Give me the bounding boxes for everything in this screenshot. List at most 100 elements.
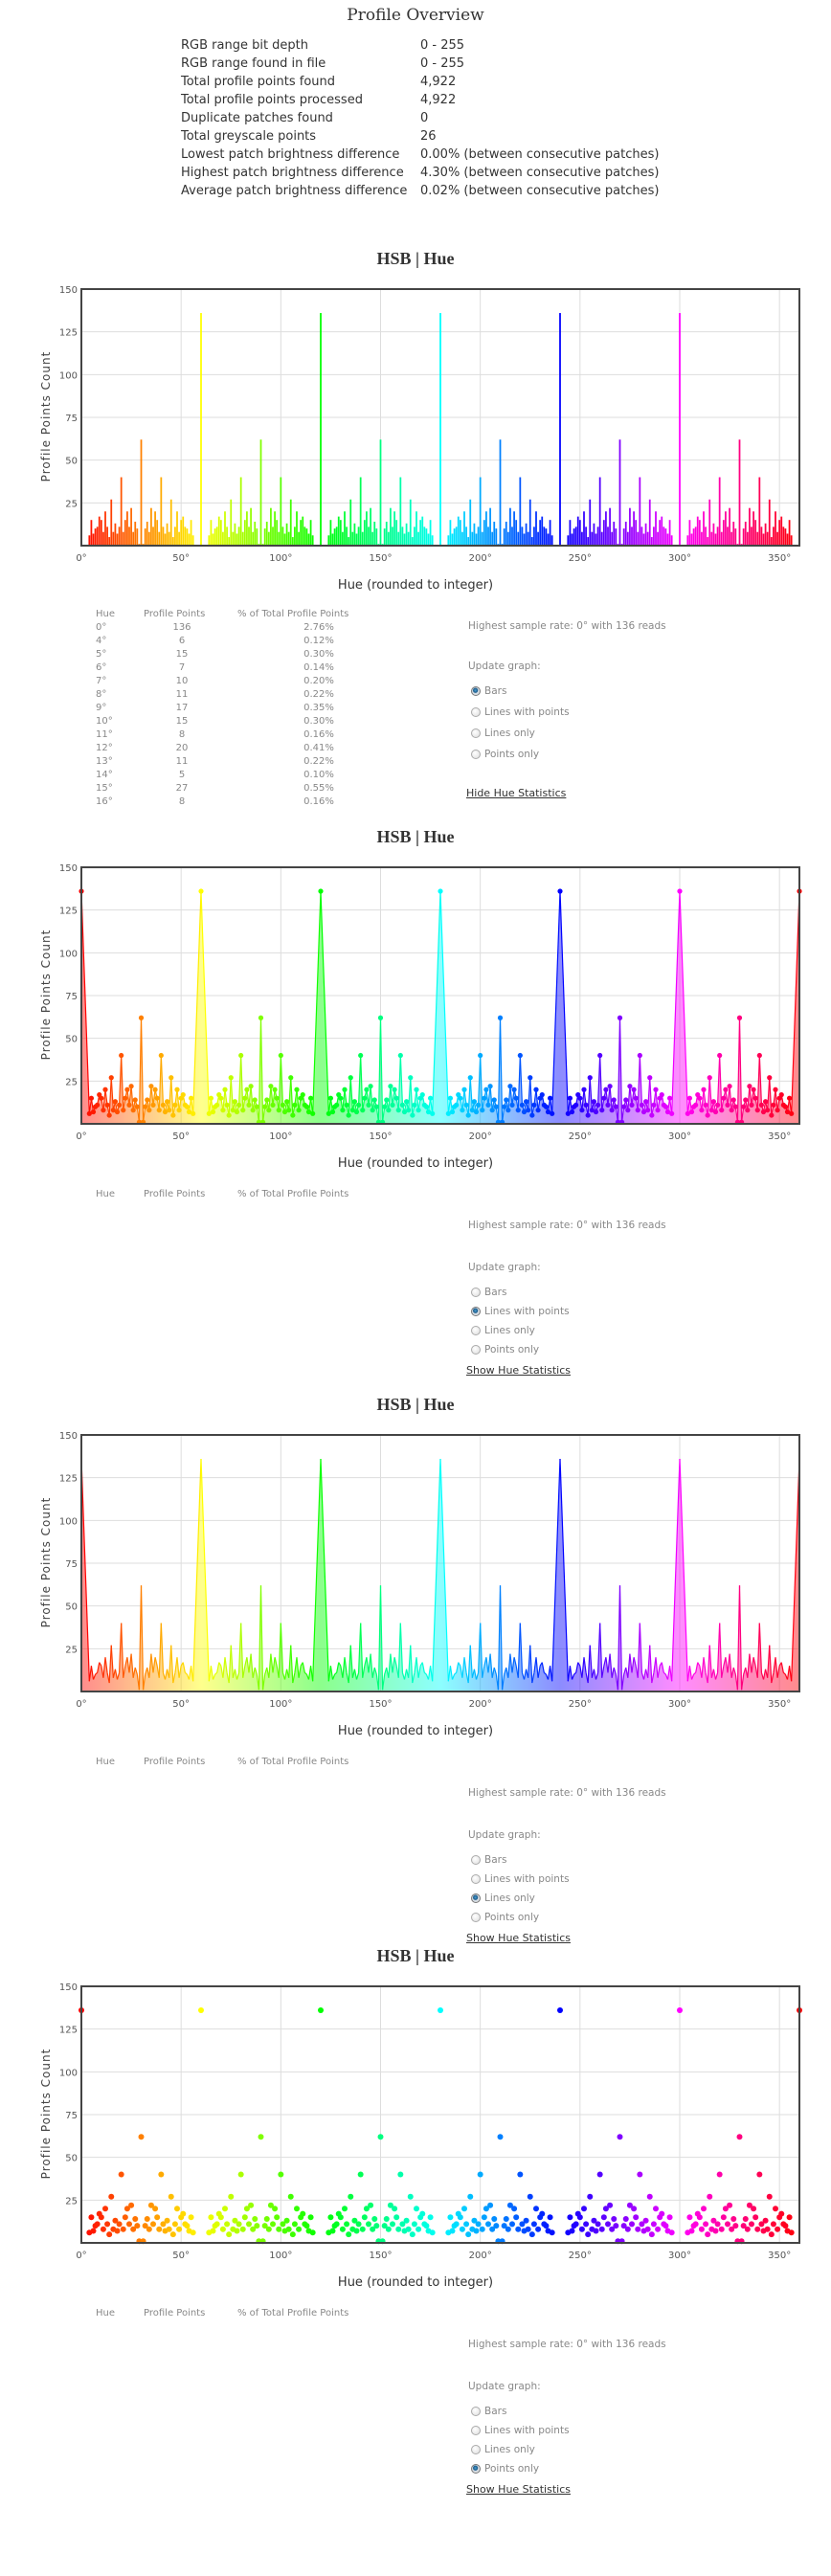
bar — [270, 507, 272, 546]
highest-sample-rate: Highest sample rate: 0° with 136 reads — [468, 1220, 666, 1231]
data-point — [248, 1084, 254, 1089]
graph-type-option-bars[interactable]: Bars — [471, 1287, 506, 1298]
radio-button[interactable] — [471, 1288, 481, 1297]
bar — [250, 507, 252, 546]
data-point — [104, 1102, 110, 1108]
graph-type-option-bars[interactable]: Bars — [471, 1854, 506, 1866]
bar — [190, 520, 192, 546]
data-point — [152, 1086, 158, 1092]
data-point — [528, 2231, 535, 2238]
bar — [519, 477, 522, 546]
data-point — [707, 1075, 712, 1081]
data-point — [633, 1095, 639, 1101]
bar — [385, 521, 388, 546]
data-point — [406, 1108, 412, 1113]
bar — [453, 528, 456, 546]
radio-button[interactable] — [471, 2464, 481, 2474]
bar — [602, 520, 605, 546]
graph-type-option-lines-only[interactable]: Lines only — [471, 728, 535, 739]
data-point — [613, 2223, 619, 2229]
graph-type-option-bars[interactable]: Bars — [471, 685, 506, 697]
data-point — [621, 1104, 627, 1109]
data-point — [95, 1102, 101, 1108]
radio-button[interactable] — [471, 2445, 481, 2454]
graph-type-option-points-only[interactable]: Points only — [471, 1912, 539, 1923]
data-point — [414, 1086, 419, 1092]
data-point — [585, 2231, 592, 2238]
graph-type-option-lines-with-points[interactable]: Lines with points — [471, 1873, 570, 1885]
graph-type-option-points-only[interactable]: Points only — [471, 1344, 539, 1355]
graph-type-option-points-only[interactable]: Points only — [471, 749, 539, 760]
bar — [764, 523, 767, 546]
data-point — [303, 2223, 310, 2229]
data-point — [265, 2226, 272, 2232]
bar — [773, 526, 775, 546]
data-point — [160, 1102, 167, 1108]
bar — [96, 526, 99, 546]
radio-button[interactable] — [471, 686, 481, 696]
data-point — [770, 2221, 776, 2228]
toggle-statistics-link[interactable]: Hide Hue Statistics — [466, 787, 566, 799]
data-point — [497, 2134, 504, 2140]
bar — [690, 533, 693, 546]
toggle-statistics-link[interactable]: Show Hue Statistics — [466, 1932, 571, 1944]
bar — [375, 528, 378, 546]
data-point — [290, 1112, 296, 1118]
data-point — [346, 2231, 352, 2238]
bar — [515, 520, 518, 546]
table-header: % of Total Profile Points — [237, 2308, 349, 2318]
bar — [124, 520, 126, 546]
bar — [727, 526, 729, 546]
radio-button[interactable] — [471, 1893, 481, 1903]
data-point — [407, 2193, 414, 2200]
toggle-statistics-link[interactable]: Show Hue Statistics — [466, 2483, 571, 2496]
data-point — [234, 2228, 240, 2234]
radio-label: Bars — [484, 685, 507, 697]
radio-button[interactable] — [471, 1874, 481, 1884]
bar — [182, 516, 185, 546]
y-tick-label: 50 — [65, 1602, 78, 1613]
radio-button[interactable] — [471, 2407, 481, 2416]
bar — [461, 531, 463, 546]
radio-button[interactable] — [471, 750, 481, 759]
x-tick-label: 150° — [369, 553, 392, 564]
data-point — [649, 1112, 655, 1118]
radio-button[interactable] — [471, 728, 481, 738]
table-cell-hue: 12° — [96, 743, 113, 753]
y-tick-label: 125 — [59, 328, 78, 339]
graph-type-option-lines-only[interactable]: Lines only — [471, 2444, 535, 2455]
radio-button[interactable] — [471, 707, 481, 717]
graph-type-option-lines-with-points[interactable]: Lines with points — [471, 706, 570, 718]
radio-button[interactable] — [471, 2426, 481, 2435]
data-point — [478, 1052, 483, 1059]
data-point — [188, 1095, 194, 1101]
radio-button[interactable] — [471, 1855, 481, 1865]
radio-label: Bars — [484, 2406, 507, 2417]
x-axis-title: Hue (rounded to integer) — [337, 1724, 494, 1738]
radio-button[interactable] — [471, 1913, 481, 1922]
data-point — [579, 1108, 585, 1113]
data-point — [710, 1099, 717, 1105]
data-point — [409, 2231, 416, 2238]
x-tick-label: 200° — [469, 2251, 492, 2261]
bar — [239, 477, 242, 546]
data-point — [531, 1102, 537, 1108]
data-point — [150, 1102, 156, 1108]
data-point — [134, 1104, 140, 1109]
graph-type-option-bars[interactable]: Bars — [471, 2406, 506, 2417]
highest-sample-rate: Highest sample rate: 0° with 136 reads — [468, 2339, 666, 2350]
bar — [473, 523, 476, 546]
graph-type-option-points-only[interactable]: Points only — [471, 2463, 539, 2475]
table-cell-percent: 0.55% — [303, 783, 334, 794]
data-point — [138, 1015, 145, 1020]
graph-type-option-lines-only[interactable]: Lines only — [471, 1325, 535, 1336]
graph-type-option-lines-with-points[interactable]: Lines with points — [471, 2425, 570, 2436]
radio-button[interactable] — [471, 1345, 481, 1355]
graph-type-option-lines-with-points[interactable]: Lines with points — [471, 1306, 570, 1317]
toggle-statistics-link[interactable]: Show Hue Statistics — [466, 1364, 571, 1377]
graph-type-option-lines-only[interactable]: Lines only — [471, 1893, 535, 1904]
bar — [267, 531, 270, 546]
radio-button[interactable] — [471, 1326, 481, 1335]
radio-button[interactable] — [471, 1307, 481, 1316]
bar — [710, 531, 713, 546]
